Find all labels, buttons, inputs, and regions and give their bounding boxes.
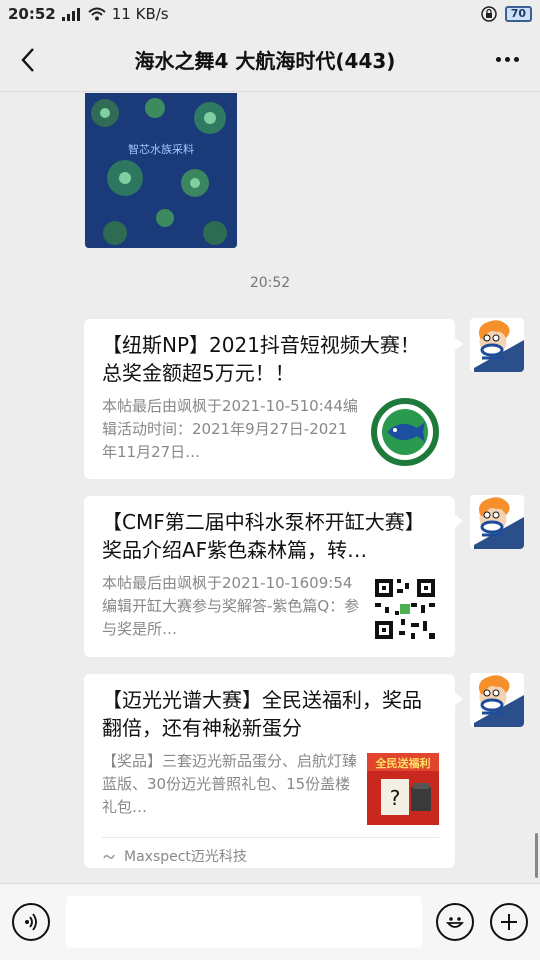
link-card-message[interactable]: 【CMF第二届中科水泵杯开缸大赛】奖品介绍AF紫色森林篇，转… 本帖最后由飒枫于… [84, 496, 463, 657]
card-source: Maxspect迈光科技 [102, 837, 439, 873]
message-timestamp: 20:52 [249, 275, 291, 291]
wifi-icon [88, 7, 106, 21]
card-description: 本帖最后由飒枫于2021-10-510:44编辑活动时间：2021年9月27日-… [102, 397, 358, 461]
cartoon-avatar-icon [470, 495, 524, 549]
smiley-icon [446, 917, 464, 928]
fish-logo-thumbnail [371, 398, 439, 466]
card-description: 本帖最后由飒枫于2021-10-1609:54编辑开缸大赛参与奖解答-紫色篇Q：… [102, 574, 360, 638]
chat-header: 海水之舞4 大航海时代(443) [0, 28, 540, 92]
dot-icon [504, 57, 510, 62]
link-card-message[interactable]: 【纽斯NP】2021抖音短视频大赛！ 总奖金额超5万元！！ 本帖最后由飒枫于20… [84, 319, 463, 479]
svg-text:?: ? [390, 786, 401, 810]
chevron-left-icon [21, 47, 34, 72]
voice-icon [25, 913, 37, 931]
card-title: 【迈光光谱大赛】全民送福利，奖品翻倍，还有神秘新蛋分 [102, 688, 422, 740]
promo-thumbnail: 全民送福利 ? [367, 753, 439, 825]
image-caption: 智芯水族采料 [128, 142, 194, 156]
status-bar: 20:52 11 KB/s 70 [0, 0, 540, 28]
cartoon-avatar-icon [470, 318, 524, 372]
card-title: 【CMF第二届中科水泵杯开缸大赛】奖品介绍AF紫色森林篇，转… [102, 510, 425, 562]
cellular-signal-icon [61, 7, 80, 21]
image-message[interactable]: 智芯水族采料 [85, 93, 237, 248]
chat-area[interactable]: 智芯水族采料 20:52 【纽斯NP】2021抖音短视频大赛！ 总奖金额超5万元… [0, 93, 540, 883]
scrollbar[interactable] [535, 833, 538, 878]
back-button[interactable] [0, 28, 56, 92]
chat-title: 海水之舞4 大航海时代(443) [134, 49, 396, 73]
input-bar [0, 883, 540, 960]
status-time: 20:52 [8, 5, 56, 23]
message-input[interactable] [66, 896, 422, 948]
coral-photo: 智芯水族采料 [85, 93, 237, 248]
qr-code-thumbnail [371, 575, 439, 643]
dot-icon [495, 57, 501, 62]
link-card-message[interactable]: 【迈光光谱大赛】全民送福利，奖品翻倍，还有神秘新蛋分 【奖品】三套迈光新品蛋分、… [84, 674, 463, 868]
plus-icon [501, 914, 517, 930]
avatar[interactable] [470, 495, 524, 549]
dot-icon [513, 57, 519, 62]
lock-rotation-icon [480, 6, 497, 22]
emoji-button[interactable] [436, 903, 474, 941]
card-title: 【纽斯NP】2021抖音短视频大赛！ 总奖金额超5万元！！ [102, 333, 420, 385]
more-options-button[interactable] [474, 28, 540, 92]
mini-program-icon [103, 854, 115, 859]
network-speed: 11 KB/s [111, 5, 169, 23]
battery-indicator: 70 [504, 6, 532, 22]
avatar[interactable] [470, 673, 524, 727]
promo-thumbnail-text: 全民送福利 [375, 756, 431, 770]
cartoon-avatar-icon [470, 673, 524, 727]
add-more-button[interactable] [490, 903, 528, 941]
source-name: Maxspect迈光科技 [124, 848, 247, 865]
voice-input-button[interactable] [12, 903, 50, 941]
avatar[interactable] [470, 318, 524, 372]
card-description: 【奖品】三套迈光新品蛋分、启航灯臻蓝版、30份迈光普照礼包、15份盖楼礼包… [102, 752, 357, 816]
